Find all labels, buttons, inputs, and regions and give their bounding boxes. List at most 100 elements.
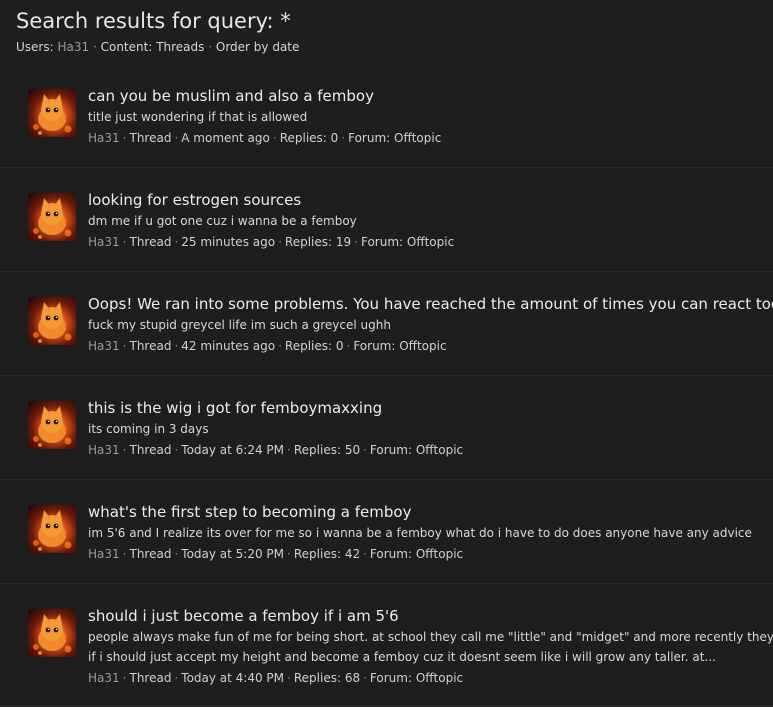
meta-separator: · (174, 235, 179, 249)
meta-separator: · (174, 339, 179, 353)
meta-separator: · (363, 443, 367, 457)
filter-content: Content: Threads (100, 40, 205, 54)
result-snippet: title just wondering if that is allowed (88, 110, 308, 124)
search-result-item: what's the first step to becoming a femb… (0, 480, 773, 584)
meta-separator: · (278, 339, 282, 353)
meta-separator: · (287, 671, 291, 685)
result-body: looking for estrogen sources dm me if u g… (88, 168, 773, 271)
result-replies: Replies: 0 (279, 131, 339, 145)
result-body: Oops! We ran into some problems. You hav… (88, 272, 773, 375)
meta-separator: · (354, 235, 358, 249)
thread-title-link[interactable]: what's the first step to becoming a femb… (88, 501, 773, 523)
result-meta: Ha31 · Thread · A moment ago · Replies: 0 · Foru… (88, 127, 773, 149)
result-snippet: people always make fun of me for being s… (88, 630, 773, 644)
avatar[interactable] (28, 89, 76, 137)
result-forum-link[interactable]: Forum: Offtopic (370, 671, 463, 685)
filter-separator: · (208, 40, 216, 54)
meta-separator: · (287, 443, 291, 457)
avatar-art (33, 302, 72, 343)
filter-order: Order by date (215, 40, 300, 54)
result-time: Today at 4:40 PM (181, 671, 285, 685)
result-snippet: dm me if u got one cuz i wanna be a femb… (88, 214, 357, 228)
thread-title-link[interactable]: can you be muslim and also a femboy (88, 85, 773, 107)
result-user-link[interactable]: Ha31 (88, 443, 120, 457)
search-result-item: this is the wig i got for femboymaxxing i… (0, 376, 773, 480)
avatar[interactable] (28, 297, 76, 345)
result-body: what's the first step to becoming a femb… (88, 480, 773, 583)
result-meta: Ha31 · Thread · Today at 6:24 PM · Replies: 50… (88, 439, 773, 461)
meta-separator: · (174, 443, 179, 457)
result-forum-link[interactable]: Forum: Offtopic (348, 131, 441, 145)
result-user-link[interactable]: Ha31 (88, 547, 120, 561)
result-replies: Replies: 0 (284, 339, 344, 353)
meta-separator: · (174, 131, 179, 145)
meta-separator: · (272, 131, 277, 145)
result-replies: Replies: 50 (293, 443, 361, 457)
result-forum-link[interactable]: Forum: Offtopic (370, 443, 463, 457)
result-replies: Replies: 68 (293, 671, 361, 685)
filter-separator: · (92, 40, 101, 54)
result-time: Today at 6:24 PM (181, 443, 285, 457)
result-user-link[interactable]: Ha31 (88, 339, 120, 353)
filter-user-link[interactable]: Ha31 (57, 40, 89, 54)
avatar[interactable] (28, 193, 76, 241)
meta-separator: · (278, 235, 282, 249)
avatar-art (33, 94, 72, 135)
result-meta: Ha31 · Thread · Today at 4:40 PM · Replies: 68… (88, 667, 773, 689)
thread-title-link[interactable]: this is the wig i got for femboymaxxing (88, 397, 773, 419)
thread-title-link[interactable]: should i just become a femboy if i am 5'… (88, 605, 773, 627)
result-body: should i just become a femboy if i am 5'… (88, 584, 773, 705)
result-replies: Replies: 42 (293, 547, 361, 561)
result-forum-link[interactable]: Forum: Offtopic (353, 339, 446, 353)
avatar-art (33, 614, 72, 655)
result-meta: Ha31 · Thread · Today at 5:20 PM · Replies: 42… (88, 543, 773, 565)
avatar-art (33, 198, 72, 239)
result-forum-link[interactable]: Forum: Offtopic (361, 235, 454, 249)
result-type: Thread (129, 443, 172, 457)
result-type: Thread (129, 235, 172, 249)
thread-title-link[interactable]: Oops! We ran into some problems. You hav… (88, 293, 773, 315)
result-body: this is the wig i got for femboymaxxing i… (88, 376, 773, 479)
avatar[interactable] (28, 401, 76, 449)
search-result-item: can you be muslim and also a femboy title… (0, 64, 773, 168)
result-type: Thread (129, 131, 172, 145)
meta-separator: · (174, 671, 179, 685)
avatar[interactable] (28, 505, 76, 553)
result-type: Thread (129, 671, 172, 685)
search-result-item: Oops! We ran into some problems. You hav… (0, 272, 773, 376)
meta-separator: · (174, 547, 179, 561)
meta-separator: · (122, 547, 127, 561)
search-result-item: should i just become a femboy if i am 5'… (0, 584, 773, 706)
meta-separator: · (122, 671, 127, 685)
result-snippet: if i should just accept my height and be… (88, 650, 716, 664)
result-body: can you be muslim and also a femboy title… (88, 64, 773, 167)
result-time: A moment ago (181, 131, 270, 145)
meta-separator: · (122, 235, 127, 249)
search-header: Search results for query: * Users: Ha31 … (0, 0, 773, 64)
meta-separator: · (346, 339, 351, 353)
results-list: can you be muslim and also a femboy title… (0, 64, 773, 706)
thread-title-link[interactable]: looking for estrogen sources (88, 189, 773, 211)
meta-separator: · (122, 339, 127, 353)
avatar-art (33, 406, 72, 447)
search-filters: Users: Ha31 · Content: Threads · Order b… (16, 36, 757, 58)
result-time: Today at 5:20 PM (181, 547, 285, 561)
result-user-link[interactable]: Ha31 (88, 671, 120, 685)
meta-separator: · (341, 131, 346, 145)
result-forum-link[interactable]: Forum: Offtopic (370, 547, 463, 561)
meta-separator: · (122, 131, 127, 145)
meta-separator: · (287, 547, 291, 561)
result-user-link[interactable]: Ha31 (88, 131, 120, 145)
avatar[interactable] (28, 609, 76, 657)
result-snippet: fuck my stupid greycel life im such a gr… (88, 318, 391, 332)
filter-users-label: Users: (16, 40, 54, 54)
meta-separator: · (122, 443, 127, 457)
result-time: 25 minutes ago (181, 235, 276, 249)
result-snippet: im 5'6 and I realize its over for me so … (88, 526, 752, 540)
result-replies: Replies: 19 (284, 235, 352, 249)
result-time: 42 minutes ago (181, 339, 276, 353)
avatar-art (33, 510, 72, 551)
result-user-link[interactable]: Ha31 (88, 235, 120, 249)
result-type: Thread (129, 547, 172, 561)
meta-separator: · (363, 671, 367, 685)
